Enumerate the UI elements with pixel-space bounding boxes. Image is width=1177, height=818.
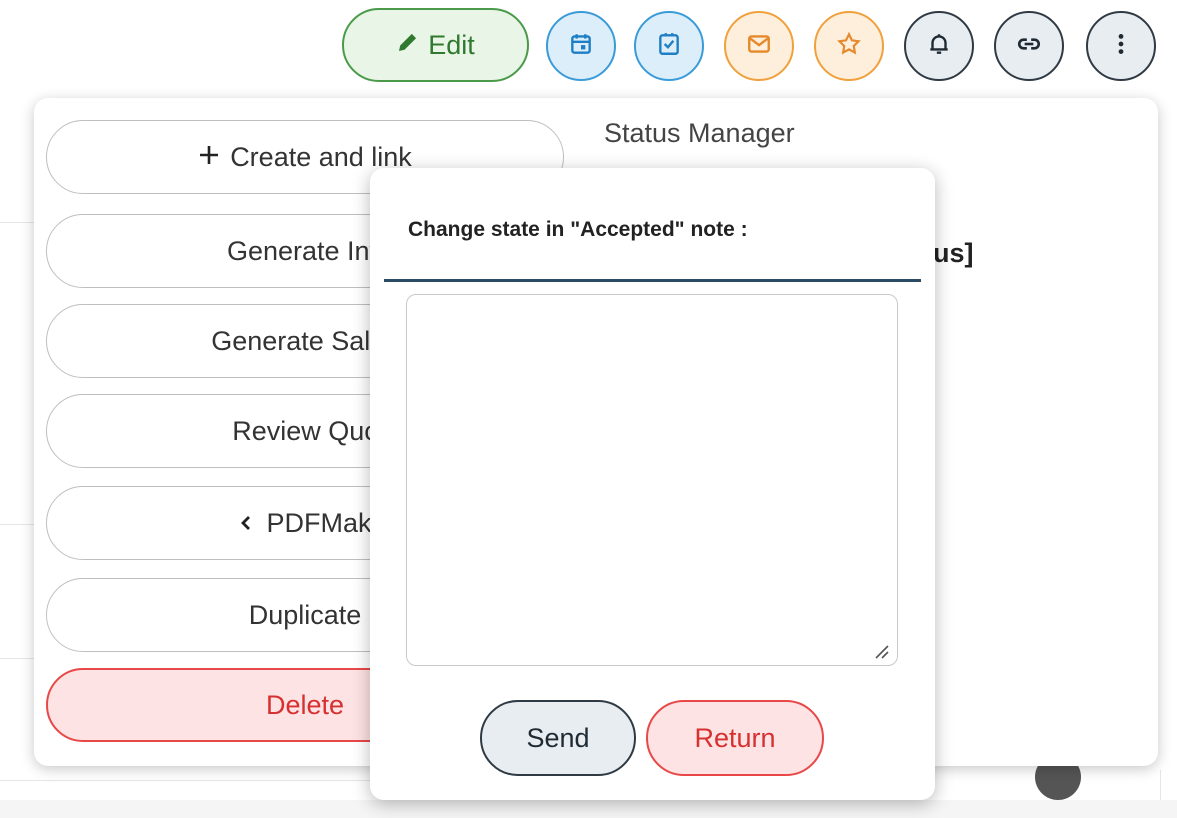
notification-button[interactable]	[904, 11, 974, 81]
menu-item-label: PDFMak	[266, 507, 372, 538]
dialog-title-underline	[384, 279, 921, 282]
pencil-icon	[396, 30, 420, 61]
email-button[interactable]	[724, 11, 794, 81]
mail-icon	[746, 31, 772, 62]
background-divider	[0, 780, 372, 781]
background-footer	[0, 800, 1177, 818]
calendar-button[interactable]	[546, 11, 616, 81]
plus-icon	[198, 142, 220, 173]
menu-item-label: Delete	[265, 689, 345, 720]
favorite-button[interactable]	[814, 11, 884, 81]
calendar-icon	[568, 31, 594, 62]
bell-icon	[926, 31, 952, 62]
dialog-title: Change state in "Accepted" note :	[408, 218, 748, 241]
more-vertical-icon	[1108, 31, 1134, 62]
star-icon	[836, 31, 862, 62]
menu-item-label: Review Quc	[232, 415, 378, 446]
link-icon	[1016, 31, 1042, 62]
task-check-icon	[656, 31, 682, 62]
task-button[interactable]	[634, 11, 704, 81]
send-button[interactable]: Send	[480, 700, 636, 776]
return-button[interactable]: Return	[646, 700, 824, 776]
edit-button[interactable]: Edit	[342, 8, 529, 82]
app-stage: Edit Create and link Generate Inv Genera…	[0, 0, 1177, 818]
link-button[interactable]	[994, 11, 1064, 81]
menu-item-label: Generate Inv	[226, 235, 384, 266]
resize-grip-icon[interactable]	[868, 638, 892, 662]
chevron-left-icon	[238, 508, 256, 539]
edit-label: Edit	[428, 29, 475, 60]
menu-item-label: Duplicate	[248, 599, 362, 630]
more-button[interactable]	[1086, 11, 1156, 81]
change-state-dialog: Change state in "Accepted" note : Send R…	[370, 168, 935, 800]
status-manager-title: Status Manager	[604, 118, 795, 148]
note-textarea[interactable]	[406, 294, 898, 666]
